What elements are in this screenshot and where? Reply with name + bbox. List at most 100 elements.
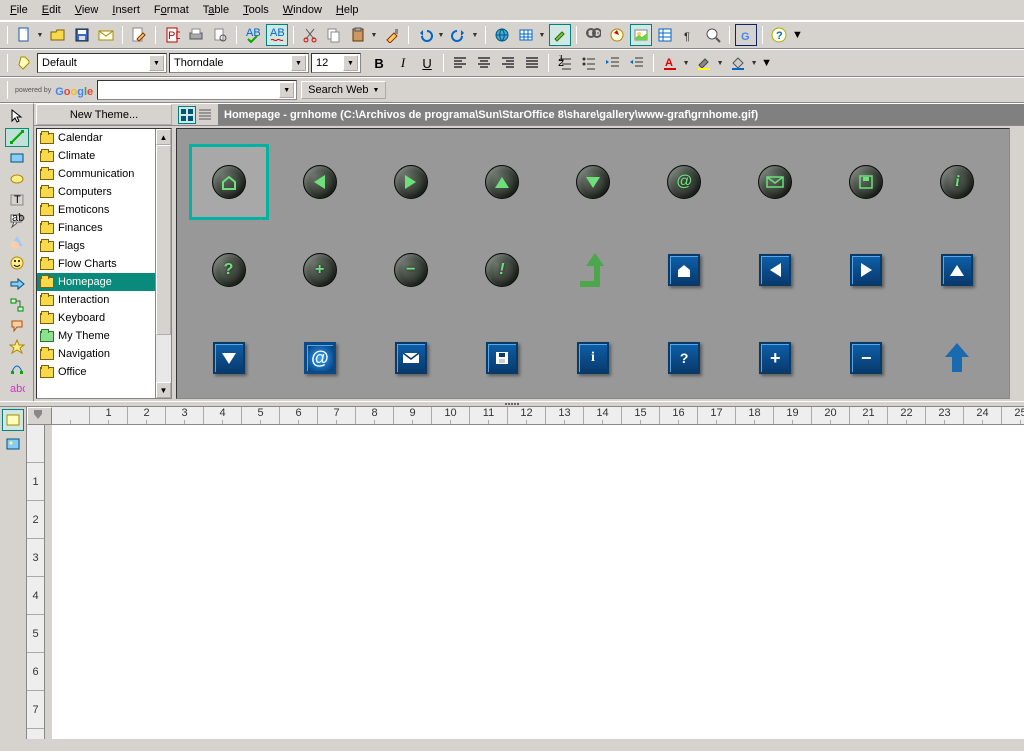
- google-search-input[interactable]: ▼: [97, 80, 297, 100]
- thumb-blue-up[interactable]: [917, 232, 997, 308]
- thumb-minus[interactable]: −: [371, 232, 451, 308]
- redo-dropdown[interactable]: ▼: [470, 24, 480, 46]
- font-size-combo[interactable]: 12▼: [311, 53, 361, 73]
- thumb-exclaim[interactable]: !: [462, 232, 542, 308]
- toolbar-options-dropdown[interactable]: ▼: [792, 29, 803, 41]
- google-search-arrow[interactable]: ▼: [279, 82, 294, 98]
- horizontal-ruler[interactable]: 1234567891011121314151617181920212223242…: [52, 407, 1024, 425]
- rect-tool[interactable]: [5, 149, 29, 168]
- paste-button[interactable]: [347, 24, 369, 46]
- menu-edit[interactable]: Edit: [36, 2, 67, 18]
- print-direct-button[interactable]: [185, 24, 207, 46]
- bgcolor-button[interactable]: [727, 52, 749, 74]
- thumb-blue-info[interactable]: i: [553, 320, 633, 396]
- show-draw-button[interactable]: [549, 24, 571, 46]
- copy-button[interactable]: [323, 24, 345, 46]
- thumb-at[interactable]: @: [644, 144, 724, 220]
- font-color-button[interactable]: A: [659, 52, 681, 74]
- spellcheck-button[interactable]: ABC: [242, 24, 264, 46]
- save-button[interactable]: [71, 24, 93, 46]
- navigator-button[interactable]: [606, 24, 628, 46]
- paste-dropdown[interactable]: ▼: [369, 24, 379, 46]
- table-button[interactable]: [515, 24, 537, 46]
- decrease-indent-button[interactable]: [602, 52, 624, 74]
- thumb-disk[interactable]: [826, 144, 906, 220]
- menu-file[interactable]: File: [4, 2, 34, 18]
- thumb-blue-left[interactable]: [735, 232, 815, 308]
- icon-view-button[interactable]: [178, 106, 196, 124]
- menu-view[interactable]: View: [69, 2, 105, 18]
- format-paintbrush-button[interactable]: [381, 24, 403, 46]
- new-doc-button[interactable]: [13, 24, 35, 46]
- insert-image-button[interactable]: [2, 433, 24, 455]
- menu-help[interactable]: Help: [330, 2, 365, 18]
- thumb-blue-mail[interactable]: [371, 320, 451, 396]
- edit-doc-button[interactable]: [128, 24, 150, 46]
- undo-button[interactable]: [414, 24, 436, 46]
- italic-button[interactable]: I: [392, 52, 414, 74]
- menu-insert[interactable]: Insert: [106, 2, 146, 18]
- menu-format[interactable]: Format: [148, 2, 195, 18]
- list-view-button[interactable]: [196, 106, 214, 124]
- datasources-button[interactable]: [654, 24, 676, 46]
- line-tool[interactable]: [5, 128, 29, 147]
- document-canvas[interactable]: [52, 425, 1024, 739]
- fontwork-tool[interactable]: abc: [5, 379, 29, 398]
- thumb-grn-up-arrow[interactable]: [553, 232, 633, 308]
- bold-button[interactable]: B: [368, 52, 390, 74]
- search-web-button[interactable]: Search Web▼: [301, 81, 386, 99]
- thumb-blue-right[interactable]: [826, 232, 906, 308]
- print-preview-button[interactable]: [209, 24, 231, 46]
- menu-tools[interactable]: Tools: [237, 2, 275, 18]
- cut-button[interactable]: [299, 24, 321, 46]
- number-list-button[interactable]: 12: [554, 52, 576, 74]
- highlight-dropdown[interactable]: ▼: [715, 52, 725, 74]
- paragraph-style-arrow[interactable]: ▼: [149, 55, 164, 71]
- font-name-arrow[interactable]: ▼: [291, 55, 306, 71]
- styles-button[interactable]: [13, 52, 35, 74]
- underline-button[interactable]: U: [416, 52, 438, 74]
- vertical-ruler[interactable]: 1234567: [27, 425, 45, 739]
- points-tool[interactable]: [5, 358, 29, 377]
- thumb-mail[interactable]: [735, 144, 815, 220]
- bgcolor-dropdown[interactable]: ▼: [749, 52, 759, 74]
- thumb-blue-minus[interactable]: −: [826, 320, 906, 396]
- symbol-shapes-tool[interactable]: [5, 253, 29, 272]
- select-tool[interactable]: [5, 107, 29, 126]
- flowchart-tool[interactable]: [5, 295, 29, 314]
- thumb-blue-question[interactable]: ?: [644, 320, 724, 396]
- table-dropdown[interactable]: ▼: [537, 24, 547, 46]
- help-button[interactable]: ?: [768, 24, 790, 46]
- highlight-button[interactable]: [693, 52, 715, 74]
- thumb-right[interactable]: [371, 144, 451, 220]
- nonprint-chars-button[interactable]: ¶: [678, 24, 700, 46]
- align-right-button[interactable]: [497, 52, 519, 74]
- email-button[interactable]: [95, 24, 117, 46]
- thumb-question[interactable]: ?: [189, 232, 269, 308]
- thumb-plus[interactable]: +: [280, 232, 360, 308]
- basic-shapes-tool[interactable]: [5, 233, 29, 252]
- insert-frame-button[interactable]: [2, 409, 24, 431]
- google-g-button[interactable]: G: [735, 24, 757, 46]
- callout-tool[interactable]: abc: [5, 212, 29, 231]
- thumb-down[interactable]: [553, 144, 633, 220]
- thumb-blue-plus[interactable]: +: [735, 320, 815, 396]
- callouts-tool[interactable]: [5, 316, 29, 335]
- paragraph-style-combo[interactable]: Default▼: [37, 53, 167, 73]
- thumb-left[interactable]: [280, 144, 360, 220]
- theme-scrollbar[interactable]: ▲▼: [155, 129, 171, 398]
- zoom-button[interactable]: [702, 24, 724, 46]
- thumb-info[interactable]: i: [917, 144, 997, 220]
- align-justify-button[interactable]: [521, 52, 543, 74]
- thumb-blue-disk[interactable]: [462, 320, 542, 396]
- pdf-export-button[interactable]: PDF: [161, 24, 183, 46]
- font-size-arrow[interactable]: ▼: [343, 55, 358, 71]
- thumb-blue-down[interactable]: [189, 320, 269, 396]
- font-name-combo[interactable]: Thorndale▼: [169, 53, 309, 73]
- menu-table[interactable]: Table: [197, 2, 235, 18]
- block-arrows-tool[interactable]: [5, 274, 29, 293]
- text-tool[interactable]: T: [5, 191, 29, 210]
- bullet-list-button[interactable]: [578, 52, 600, 74]
- format-toolbar-options[interactable]: ▼: [761, 57, 772, 69]
- thumb-blue-up-arrow[interactable]: [917, 320, 997, 396]
